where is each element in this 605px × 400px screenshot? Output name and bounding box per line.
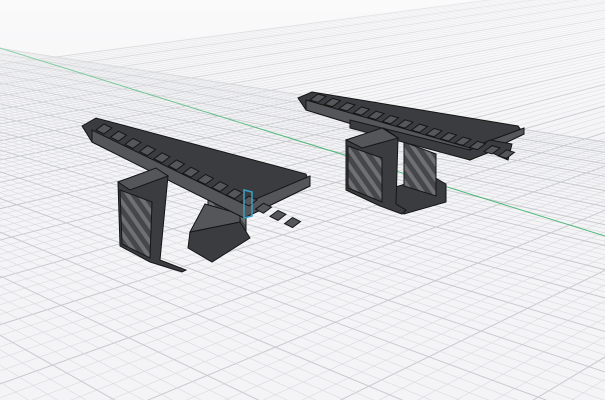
horizon-fade bbox=[0, 0, 605, 400]
3d-viewport[interactable] bbox=[0, 0, 605, 400]
scene-canvas[interactable] bbox=[0, 0, 605, 400]
